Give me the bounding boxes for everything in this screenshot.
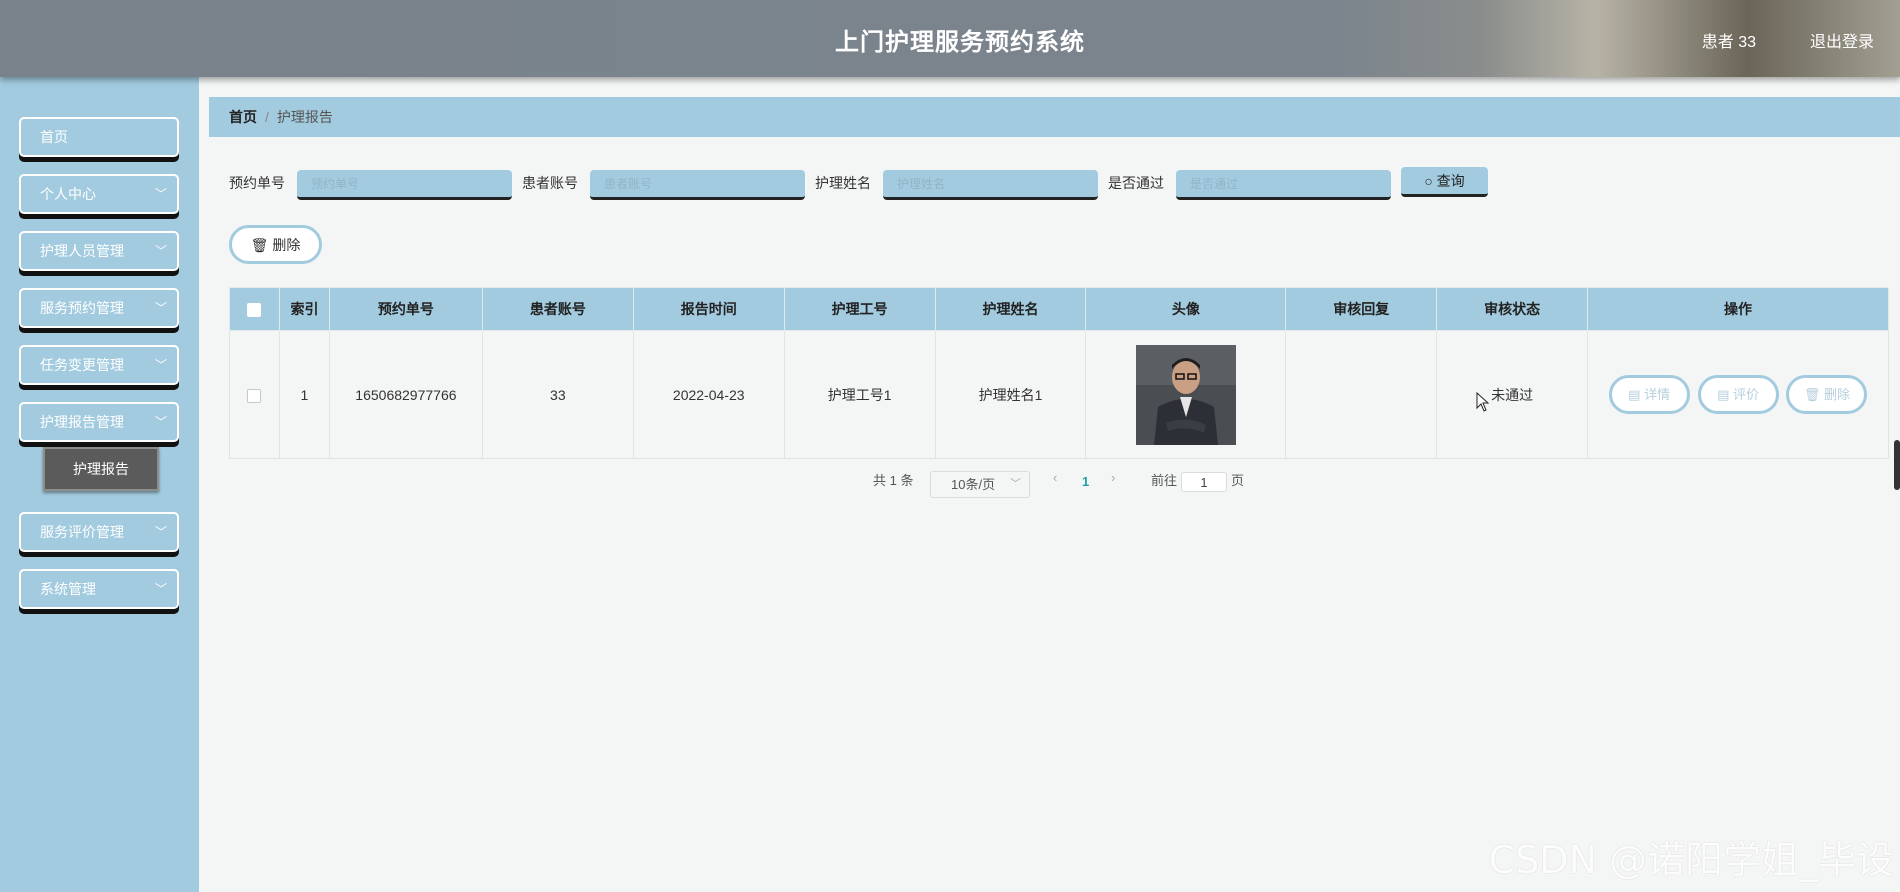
detail-button-label: 详情 — [1644, 387, 1671, 402]
document-icon: ▤ — [1717, 387, 1730, 402]
breadcrumb-home[interactable]: 首页 — [229, 109, 257, 125]
col-avatar: 头像 — [1085, 287, 1287, 331]
col-order-no: 预约单号 — [328, 287, 483, 331]
patient-account-input[interactable] — [590, 170, 805, 200]
app-title: 上门护理服务预约系统 — [835, 29, 1085, 56]
pagination-total: 共 1 条 — [873, 473, 914, 488]
sidebar-item-appointment-management[interactable]: 服务预约管理 ﹀ — [19, 288, 179, 328]
search-icon: ○ — [1424, 172, 1433, 189]
sidebar-item-nurse-management[interactable]: 护理人员管理 ﹀ — [19, 231, 179, 271]
order-no-label: 预约单号 — [229, 175, 285, 191]
trash-icon: 🗑 — [1803, 387, 1821, 402]
col-review-reply: 审核回复 — [1285, 287, 1438, 331]
report-table: 索引 预约单号 患者账号 报告时间 护理工号 护理姓名 头像 审核回复 审核状态… — [229, 287, 1889, 459]
chevron-down-icon: ﹀ — [154, 244, 167, 258]
sidebar-item-system-management[interactable]: 系统管理 ﹀ — [19, 569, 179, 609]
row-checkbox[interactable] — [247, 388, 262, 403]
cell-review-reply — [1285, 330, 1438, 459]
col-nurse-id: 护理工号 — [783, 287, 936, 331]
breadcrumb: 首页 / 护理报告 — [209, 97, 1900, 137]
sidebar: 首页 个人中心 ﹀ 护理人员管理 ﹀ 服务预约管理 ﹀ 任务变更管理 ﹀ 护理报告管理 ﹀… — [0, 77, 199, 892]
cell-nurse-name: 护理姓名1 — [934, 330, 1087, 459]
sidebar-item-evaluation-management[interactable]: 服务评价管理 ﹀ — [19, 512, 179, 552]
nurse-name-label: 护理姓名 — [815, 175, 871, 191]
delete-button-label: 删除 — [1823, 387, 1850, 402]
sidebar-item-label: 系统管理 — [40, 581, 96, 597]
cell-nurse-id: 护理工号1 — [783, 330, 936, 459]
goto-prefix: 前往 — [1151, 473, 1178, 488]
col-patient-account: 患者账号 — [481, 287, 634, 331]
table-row: 1 1650682977766 33 2022-04-23 护理工号1 护理姓名… — [229, 330, 1889, 459]
col-review-status: 审核状态 — [1436, 287, 1589, 331]
avatar — [1135, 344, 1236, 445]
query-button[interactable]: ○ 查询 — [1401, 167, 1488, 197]
cell-patient-account: 33 — [481, 330, 634, 459]
delete-button[interactable]: 🗑 删除 — [1786, 375, 1868, 414]
sidebar-item-label: 个人中心 — [40, 186, 96, 202]
sidebar-item-label: 服务评价管理 — [40, 524, 124, 540]
sidebar-item-label: 首页 — [40, 129, 68, 145]
cell-order-no: 1650682977766 — [328, 330, 483, 459]
is-passed-input[interactable] — [1176, 170, 1391, 200]
chevron-down-icon: ﹀ — [1010, 478, 1021, 490]
breadcrumb-current: 护理报告 — [276, 109, 333, 125]
sidebar-item-report-management[interactable]: 护理报告管理 ﹀ — [19, 402, 179, 442]
app-header: 上门护理服务预约系统 患者 33 退出登录 — [0, 0, 1900, 77]
select-all-checkbox[interactable] — [247, 303, 262, 318]
watermark: CSDN @诺阳学姐_毕设 — [1488, 838, 1894, 882]
sidebar-item-label: 任务变更管理 — [40, 357, 124, 373]
sidebar-item-label: 护理人员管理 — [40, 243, 124, 259]
batch-delete-button[interactable]: 🗑 删除 — [229, 225, 322, 264]
query-button-label: 查询 — [1436, 172, 1465, 189]
page-number-current[interactable]: 1 — [1082, 474, 1089, 489]
logout-link[interactable]: 退出登录 — [1810, 28, 1874, 52]
cell-avatar — [1085, 330, 1287, 459]
cell-review-status: 未通过 — [1436, 330, 1589, 459]
header-select-all[interactable] — [229, 287, 280, 331]
chevron-down-icon: ﹀ — [154, 187, 167, 201]
detail-button[interactable]: ▤ 详情 — [1608, 375, 1690, 414]
sidebar-item-label: 服务预约管理 — [40, 300, 124, 316]
col-operations: 操作 — [1587, 287, 1889, 331]
scrollbar-thumb[interactable] — [1894, 440, 1900, 490]
trash-icon: 🗑 — [250, 236, 269, 253]
batch-delete-label: 删除 — [272, 236, 301, 253]
cell-index: 1 — [278, 330, 330, 459]
cell-operations: ▤ 详情 ▤ 评价 🗑 删除 — [1587, 330, 1889, 459]
sidebar-item-home[interactable]: 首页 — [19, 117, 179, 157]
evaluate-button-label: 评价 — [1732, 387, 1759, 402]
patient-account-label: 患者账号 — [522, 175, 578, 191]
is-passed-label: 是否通过 — [1108, 175, 1164, 191]
page-size-select[interactable]: 10条/页 ﹀ — [930, 471, 1030, 498]
row-select[interactable] — [229, 330, 280, 459]
col-nurse-name: 护理姓名 — [934, 287, 1087, 331]
next-page-icon[interactable]: › — [1111, 470, 1115, 485]
sidebar-item-task-change-management[interactable]: 任务变更管理 ﹀ — [19, 345, 179, 385]
sidebar-item-personal-center[interactable]: 个人中心 ﹀ — [19, 174, 179, 214]
goto-suffix: 页 — [1231, 473, 1245, 488]
page-size-value: 10条/页 — [951, 477, 996, 492]
sidebar-item-label: 护理报告管理 — [40, 414, 124, 430]
chevron-down-icon: ﹀ — [154, 582, 167, 596]
document-icon: ▤ — [1628, 387, 1641, 402]
order-no-input[interactable] — [297, 170, 512, 200]
chevron-up-icon: ﹀ — [154, 415, 167, 429]
mouse-cursor-icon — [1476, 392, 1490, 412]
current-user: 患者 33 — [1701, 34, 1756, 51]
sidebar-subitem-nursing-report[interactable]: 护理报告 — [43, 447, 159, 491]
cell-report-time: 2022-04-23 — [632, 330, 785, 459]
prev-page-icon[interactable]: ‹ — [1053, 470, 1057, 485]
chevron-down-icon: ﹀ — [154, 301, 167, 315]
chevron-down-icon: ﹀ — [154, 525, 167, 539]
chevron-down-icon: ﹀ — [154, 358, 167, 372]
nurse-name-input[interactable] — [883, 170, 1098, 200]
goto-page-input[interactable] — [1181, 472, 1227, 492]
evaluate-button[interactable]: ▤ 评价 — [1697, 375, 1779, 414]
col-report-time: 报告时间 — [632, 287, 785, 331]
col-index: 索引 — [278, 287, 330, 331]
table-header-row: 索引 预约单号 患者账号 报告时间 护理工号 护理姓名 头像 审核回复 审核状态… — [229, 287, 1889, 331]
breadcrumb-separator: / — [265, 109, 269, 125]
